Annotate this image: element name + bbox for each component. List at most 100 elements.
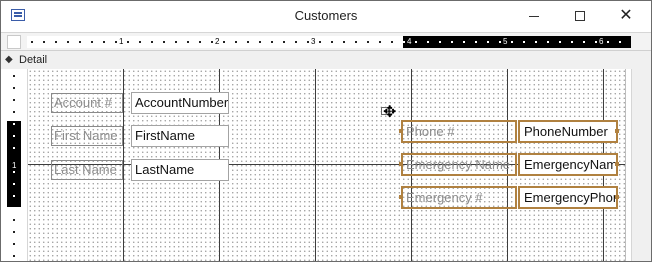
last-name-label[interactable]: Last Name	[51, 160, 123, 180]
ruler-tick	[223, 41, 225, 43]
ruler-tick	[475, 41, 477, 43]
ruler-tick	[91, 41, 93, 43]
ruler-tick	[13, 111, 15, 113]
ruler-tick	[13, 87, 15, 89]
horizontal-ruler[interactable]: 1 2 3 4 5 6	[27, 36, 631, 48]
ruler-tick	[13, 219, 15, 221]
resize-handle[interactable]	[399, 129, 403, 133]
resize-handle[interactable]	[615, 162, 619, 166]
ruler-number: 5	[503, 37, 508, 46]
maximize-icon	[575, 11, 585, 21]
ruler-tick	[547, 41, 549, 43]
ruler-tick	[271, 41, 273, 43]
ruler-tick	[259, 41, 261, 43]
maximize-button[interactable]	[557, 1, 603, 31]
ruler-tick	[487, 41, 489, 43]
phone-label-selection	[401, 120, 517, 143]
ruler-tick	[559, 41, 561, 43]
ruler-tick	[319, 41, 321, 43]
account-number-textbox[interactable]: AccountNumber	[131, 92, 229, 114]
close-button[interactable]: ✕	[603, 1, 649, 31]
account-number-label[interactable]: Account #	[51, 93, 123, 113]
ruler-tick	[13, 171, 15, 173]
detail-section-bar[interactable]: ◆ Detail	[1, 50, 651, 70]
ruler-tick	[163, 41, 165, 43]
ruler-tick	[403, 41, 405, 43]
ruler-tick	[79, 41, 81, 43]
first-name-textbox[interactable]: FirstName	[131, 125, 229, 147]
ruler-tick	[331, 41, 333, 43]
emergency-phone-label-selection	[401, 186, 517, 209]
resize-handle[interactable]	[615, 195, 619, 199]
emergency-name-label-selection	[401, 153, 517, 176]
ruler-tick	[13, 99, 15, 101]
ruler-tick	[13, 147, 15, 149]
form-selector-box[interactable]	[7, 35, 21, 49]
ruler-tick	[13, 255, 15, 257]
ruler-tick	[13, 195, 15, 197]
resize-handle[interactable]	[615, 129, 619, 133]
ruler-number: 3	[311, 37, 316, 46]
ruler-number: 6	[599, 37, 604, 46]
minimize-icon	[529, 15, 539, 17]
ruler-tick	[13, 183, 15, 185]
move-cursor-icon: ✥	[383, 104, 397, 121]
last-name-textbox[interactable]: LastName	[131, 159, 229, 181]
resize-handle[interactable]	[399, 195, 403, 199]
ruler-tick	[571, 41, 573, 43]
ruler-tick	[13, 243, 15, 245]
ruler-tick	[13, 207, 15, 209]
vertical-ruler[interactable]: 1	[1, 69, 28, 261]
ruler-tick	[499, 41, 501, 43]
ruler-tick	[307, 41, 309, 43]
ruler-tick	[139, 41, 141, 43]
ruler-tick	[439, 41, 441, 43]
ruler-tick	[115, 41, 117, 43]
ruler-tick	[175, 41, 177, 43]
ruler-tick	[55, 41, 57, 43]
vertical-ruler-number: 1	[12, 161, 17, 170]
ruler-tick	[211, 41, 213, 43]
ruler-tick	[595, 41, 597, 43]
close-icon: ✕	[619, 7, 633, 24]
ruler-tick	[247, 41, 249, 43]
ruler-tick	[43, 41, 45, 43]
title-bar[interactable]: Customers ✕	[1, 1, 651, 31]
ruler-tick	[67, 41, 69, 43]
ruler-tick	[367, 41, 369, 43]
ruler-tick	[199, 41, 201, 43]
ruler-tick	[13, 123, 15, 125]
ruler-number: 1	[119, 37, 124, 46]
resize-handle[interactable]	[399, 162, 403, 166]
customers-form-window: Customers ✕ 1 2 3 4 5 6 ◆ Detail 1 Accou…	[0, 0, 652, 262]
ruler-tick	[13, 75, 15, 77]
emergency-phone-textbox-selection	[518, 186, 618, 209]
ruler-tick	[31, 41, 33, 43]
vertical-scrollbar[interactable]	[631, 69, 651, 261]
ruler-tick	[13, 135, 15, 137]
ruler-tick	[619, 41, 621, 43]
horizontal-ruler-row: 1 2 3 4 5 6	[1, 32, 651, 51]
ruler-tick	[127, 41, 129, 43]
ruler-tick	[283, 41, 285, 43]
ruler-number: 2	[215, 37, 220, 46]
detail-section-label: Detail	[19, 54, 48, 66]
ruler-tick	[583, 41, 585, 43]
minimize-button[interactable]	[511, 1, 557, 31]
ruler-tick	[13, 231, 15, 233]
ruler-tick	[463, 41, 465, 43]
ruler-tick	[391, 41, 393, 43]
ruler-tick	[355, 41, 357, 43]
section-expand-icon: ◆	[5, 54, 13, 65]
first-name-label[interactable]: First Name	[51, 126, 123, 146]
ruler-tick	[607, 41, 609, 43]
ruler-tick	[343, 41, 345, 43]
ruler-tick	[151, 41, 153, 43]
grid-line	[315, 69, 316, 261]
grid-line	[123, 69, 124, 261]
ruler-tick	[535, 41, 537, 43]
ruler-tick	[235, 41, 237, 43]
ruler-tick	[451, 41, 453, 43]
ruler-tick	[415, 41, 417, 43]
ruler-tick	[103, 41, 105, 43]
